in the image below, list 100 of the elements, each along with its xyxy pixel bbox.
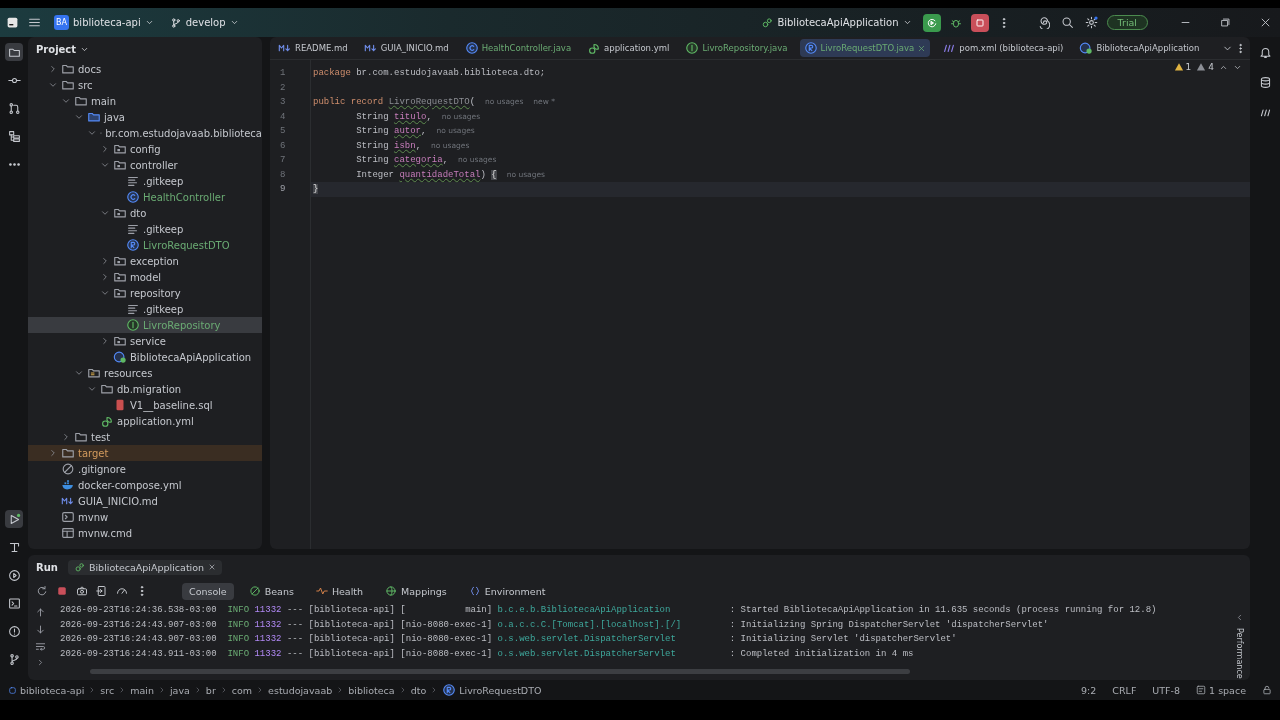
trial-button[interactable]: Trial [1106, 15, 1148, 30]
tree-item[interactable]: db.migration [28, 381, 262, 397]
tree-item[interactable]: mvnw.cmd [28, 525, 262, 541]
tree-item[interactable]: docker-compose.yml [28, 477, 262, 493]
tree-item[interactable]: .gitkeep [28, 221, 262, 237]
gauge-icon[interactable] [116, 585, 128, 597]
project-selector[interactable]: BA biblioteca-api [49, 12, 159, 33]
tree-item[interactable]: controller [28, 157, 262, 173]
tree-item[interactable]: docs [28, 61, 262, 77]
editor-tab[interactable]: GUIA_INICIO.md [359, 39, 453, 57]
weak-warning-count[interactable]: 4 [1208, 62, 1214, 72]
breadcrumb[interactable]: java [169, 684, 190, 696]
tree-item[interactable]: repository [28, 285, 262, 301]
log-logger[interactable]: o.a.c.c.C.[Tomcat].[localhost].[/] [497, 619, 682, 630]
exit-icon[interactable] [96, 585, 108, 597]
tree-item[interactable]: mvnw [28, 509, 262, 525]
cursor-position[interactable]: 9:2 [1081, 684, 1097, 696]
tree-item[interactable]: dto [28, 205, 262, 221]
breadcrumb[interactable]: LivroRequestDTO [442, 683, 542, 697]
panel-title[interactable]: Project [36, 44, 77, 55]
rerun-icon[interactable] [36, 585, 48, 597]
close-icon[interactable] [208, 563, 217, 571]
indent-setting[interactable]: 1 space [1196, 684, 1246, 696]
tree-item[interactable]: .gitignore [28, 461, 262, 477]
breadcrumb[interactable]: estudojavaab [268, 684, 333, 696]
breadcrumb[interactable]: br [205, 684, 216, 696]
editor-tab[interactable]: LivroRepository.java [681, 39, 792, 57]
tree-item[interactable]: V1__baseline.sql [28, 397, 262, 413]
breadcrumb[interactable]: src [100, 684, 115, 696]
editor-tab[interactable]: LivroRequestDTO.java [799, 39, 931, 57]
breadcrumb[interactable]: biblioteca [348, 684, 395, 696]
editor-tab[interactable]: README.md [274, 39, 352, 57]
branch-icon [7, 652, 21, 666]
tree-item[interactable]: .gitkeep [28, 301, 262, 317]
record-icon [442, 683, 457, 697]
tree-item[interactable]: GUIA_INICIO.md [28, 493, 262, 509]
window-file-icon [61, 526, 75, 540]
breadcrumb[interactable]: com [231, 684, 253, 696]
tree-item[interactable]: LivroRequestDTO [28, 237, 262, 253]
tree-item[interactable]: br.com.estudojavaab.biblioteca [28, 125, 262, 141]
file-encoding[interactable]: UTF-8 [1152, 684, 1181, 696]
chevron-icon[interactable] [100, 336, 110, 346]
tree-item[interactable]: resources [28, 365, 262, 381]
console-tab[interactable]: Health [308, 582, 371, 600]
stop-icon[interactable] [56, 585, 68, 597]
run-tool-button[interactable] [5, 510, 23, 528]
tree-item[interactable]: HealthController [28, 189, 262, 205]
log-logger[interactable]: b.c.e.b.BibliotecaApiApplication [497, 605, 671, 615]
play-circle-icon [7, 568, 21, 582]
log-logger[interactable]: o.s.web.servlet.DispatcherServlet [497, 634, 676, 645]
tree-item[interactable]: LivroRepository [28, 317, 262, 333]
breadcrumb[interactable]: dto [410, 684, 427, 696]
restore-icon [1219, 17, 1231, 28]
tree-item[interactable]: exception [28, 253, 262, 269]
class-icon [126, 190, 140, 204]
chevron-icon[interactable] [100, 208, 110, 218]
ignore-file-icon [61, 462, 75, 476]
log-app: [biblioteca-api] [308, 648, 395, 659]
arrow-up-icon[interactable] [34, 607, 46, 618]
console-tab[interactable]: Console [182, 582, 234, 600]
rerun-button[interactable] [922, 13, 941, 32]
close-icon[interactable] [917, 43, 927, 53]
line-number: 3 [280, 97, 286, 107]
side-tab[interactable]: Performance [1234, 628, 1244, 679]
branch-selector[interactable]: develop [164, 13, 244, 32]
tree-item[interactable]: application.yml [28, 413, 262, 429]
pull-request-icon [7, 101, 21, 115]
tree-item[interactable]: BibliotecaApiApplication [28, 349, 262, 365]
lock-icon[interactable] [1262, 685, 1272, 695]
wrap-icon[interactable] [34, 641, 46, 652]
camera-icon[interactable] [76, 585, 88, 597]
editor-tab[interactable]: application.yml [583, 39, 674, 57]
run-config-tab[interactable]: BibliotecaApiApplication [67, 559, 223, 575]
tree-item[interactable]: target [28, 445, 262, 461]
tree-item[interactable]: src [28, 77, 262, 93]
tree-item[interactable]: test [28, 429, 262, 445]
tree-item[interactable]: service [28, 333, 262, 349]
chevron-down-icon [902, 18, 912, 27]
breadcrumb[interactable]: main [130, 684, 154, 696]
console-tab[interactable]: Beans [241, 582, 301, 600]
log-logger[interactable]: o.s.web.servlet.DispatcherServlet [497, 648, 676, 659]
tree-item[interactable]: .gitkeep [28, 173, 262, 189]
chevron-down-icon [80, 45, 90, 54]
console-tab[interactable]: Environment [461, 582, 553, 600]
console-tab[interactable]: Mappings [378, 582, 454, 600]
arrow-down-icon[interactable] [34, 624, 46, 635]
panel-title[interactable]: Run [36, 561, 58, 573]
tree-item[interactable]: model [28, 269, 262, 285]
warning-count[interactable]: 1 [1185, 62, 1192, 72]
project-tool-button[interactable] [5, 43, 23, 61]
breadcrumb[interactable]: biblioteca-api [8, 684, 85, 696]
editor-tab[interactable]: HealthController.java [460, 39, 576, 57]
run-config-selector[interactable]: BibliotecaApiApplication [756, 13, 917, 32]
editor-tab[interactable]: BibliotecaApiApplication [1075, 39, 1204, 57]
tree-item[interactable]: java [28, 109, 262, 125]
stop-button[interactable] [970, 13, 989, 32]
line-separator[interactable]: CRLF [1112, 684, 1137, 696]
tree-item[interactable]: main [28, 93, 262, 109]
tree-item[interactable]: config [28, 141, 262, 157]
editor-tab[interactable]: pom.xml (biblioteca-api) [938, 39, 1068, 57]
